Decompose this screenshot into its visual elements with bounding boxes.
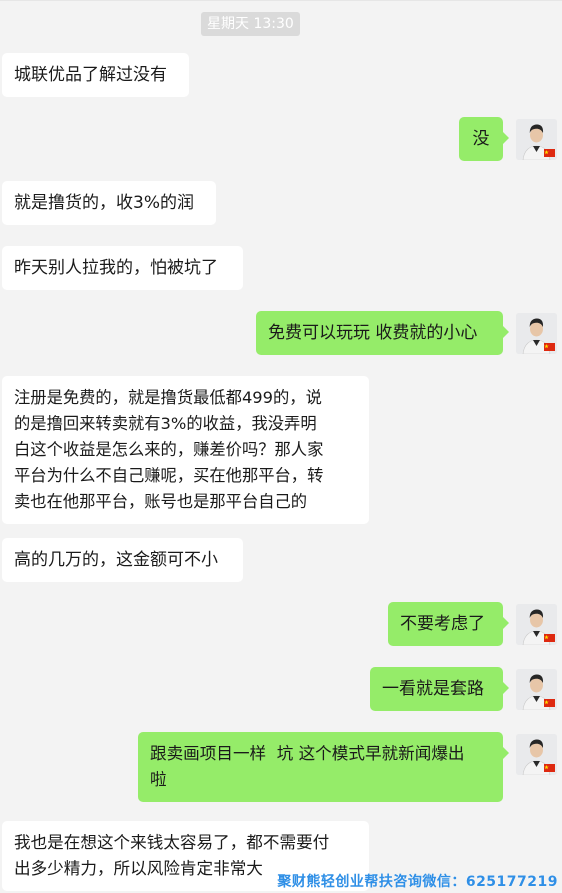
chat-message: 城联优品了解过没有 [2, 53, 189, 97]
chat-message: 不要考虑了 [388, 602, 509, 646]
avatar[interactable] [516, 313, 557, 354]
chat-message: 注册是免费的，就是撸货最低都499的，说 的是撸回来转卖就有3%的收益，我没弄明… [2, 376, 369, 524]
avatar[interactable] [516, 604, 557, 645]
message-bubble[interactable]: 跟卖画项目一样 坑 这个模式早就新闻爆出 啦 [138, 732, 509, 802]
message-bubble[interactable]: 免费可以玩玩 收费就的小心 [256, 311, 509, 355]
chat-message: 昨天别人拉我的，怕被坑了 [2, 246, 243, 290]
message-bubble[interactable]: 不要考虑了 [388, 602, 509, 646]
message-bubble[interactable]: 昨天别人拉我的，怕被坑了 [2, 246, 243, 290]
chat-message: 高的几万的，这金额可不小 [2, 538, 243, 582]
user-avatar-icon [516, 734, 557, 775]
avatar[interactable] [516, 119, 557, 160]
chat-message: 没 [459, 117, 509, 161]
message-bubble[interactable]: 注册是免费的，就是撸货最低都499的，说 的是撸回来转卖就有3%的收益，我没弄明… [2, 376, 369, 524]
avatar[interactable] [516, 734, 557, 775]
chat-message: 就是撸货的，收3%的润 [2, 181, 216, 225]
message-bubble[interactable]: 城联优品了解过没有 [2, 53, 189, 97]
watermark-text: 聚财熊轻创业帮扶咨询微信：625177219 [277, 874, 558, 890]
chat-message: 跟卖画项目一样 坑 这个模式早就新闻爆出 啦 [138, 732, 509, 802]
chat-message: 免费可以玩玩 收费就的小心 [256, 311, 509, 355]
user-avatar-icon [516, 604, 557, 645]
message-bubble[interactable]: 没 [459, 117, 509, 161]
avatar[interactable] [516, 669, 557, 710]
user-avatar-icon [516, 313, 557, 354]
message-bubble[interactable]: 一看就是套路 [370, 667, 509, 711]
user-avatar-icon [516, 669, 557, 710]
user-avatar-icon [516, 119, 557, 160]
message-bubble[interactable]: 高的几万的，这金额可不小 [2, 538, 243, 582]
chat-message: 一看就是套路 [370, 667, 509, 711]
timestamp-badge: 星期天 13:30 [201, 12, 300, 36]
top-divider [0, 0, 562, 1]
message-bubble[interactable]: 就是撸货的，收3%的润 [2, 181, 216, 225]
